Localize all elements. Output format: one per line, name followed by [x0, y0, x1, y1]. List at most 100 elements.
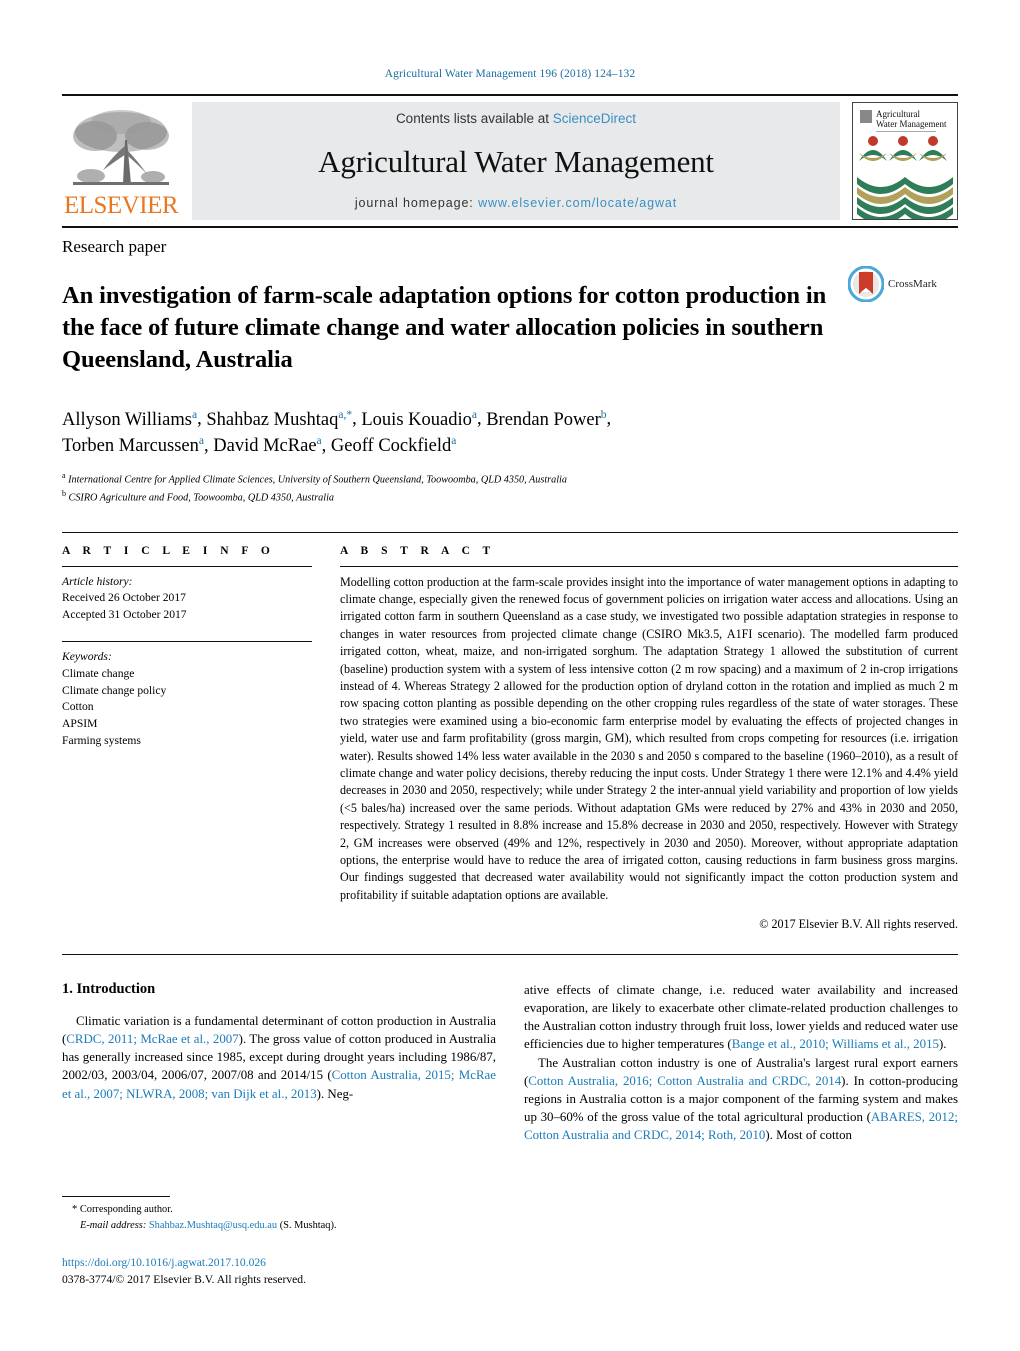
homepage-prefix: journal homepage:	[354, 196, 479, 210]
body-column-left: 1. Introduction Climatic variation is a …	[62, 981, 496, 1144]
article-info-heading: A R T I C L E I N F O	[62, 544, 275, 557]
abstract-column: A B S T R A C T Modelling cotton product…	[340, 545, 958, 933]
paragraph: ative effects of climate change, i.e. re…	[524, 981, 958, 1053]
author-affil-marker: b	[600, 408, 607, 421]
running-head: Agricultural Water Management 196 (2018)…	[384, 68, 636, 80]
corresponding-author-note: * Corresponding author.	[62, 1202, 462, 1218]
elsevier-logo: ELSEVIER	[62, 102, 180, 220]
svg-text:Water Management: Water Management	[876, 119, 947, 129]
affiliation-b-text: CSIRO Agriculture and Food, Toowoomba, Q…	[68, 492, 335, 504]
keyword-item: Climate change policy	[62, 683, 167, 697]
affiliations: a International Centre for Applied Clima…	[62, 470, 958, 505]
section-heading-introduction: 1. Introduction	[62, 981, 156, 998]
affiliation-a: a International Centre for Applied Clima…	[62, 470, 958, 488]
author-name: Louis Kouadio	[361, 409, 472, 430]
author-entry: Torben Marcussena	[62, 434, 205, 456]
crossmark-badge[interactable]: CrossMark	[848, 264, 958, 302]
keywords-block: Keywords: Climate change Climate change …	[62, 649, 312, 750]
sciencedirect-link[interactable]: ScienceDirect	[553, 111, 636, 126]
article-page: Agricultural Water Management 196 (2018)…	[0, 0, 1020, 1351]
author-entry: Louis Kouadioa	[361, 408, 477, 430]
divider	[340, 565, 958, 567]
corresponding-author-text: Corresponding author.	[79, 1204, 173, 1216]
article-received-date: Received 26 October 2017	[62, 591, 186, 605]
intro-paragraph-left: Climatic variation is a fundamental dete…	[62, 1012, 496, 1102]
elsevier-tree-icon	[73, 110, 169, 185]
keyword-item: Climate change	[62, 666, 135, 680]
email-note: E-mail address: Shahbaz.Mushtaq@usq.edu.…	[62, 1218, 462, 1234]
paragraph-text: ). Neg-	[316, 1086, 354, 1101]
paragraph-text: ).	[938, 1037, 947, 1052]
divider	[62, 640, 312, 642]
journal-masthead: ELSEVIER Contents lists available at Sci…	[62, 94, 958, 228]
affil-marker-b: b	[62, 488, 66, 498]
article-history-label: Article history:	[62, 574, 133, 588]
divider	[62, 954, 958, 956]
elsevier-wordmark: ELSEVIER	[63, 192, 179, 219]
affiliation-b: b CSIRO Agriculture and Food, Toowoomba,…	[62, 488, 958, 506]
author-name: Shahbaz Mushtaq	[206, 409, 339, 430]
citation-link[interactable]: Bange et al., 2010; Williams et al., 201…	[732, 1037, 939, 1051]
paragraph: Climatic variation is a fundamental dete…	[62, 1012, 496, 1102]
article-type: Research paper	[62, 237, 167, 256]
journal-band: Contents lists available at ScienceDirec…	[192, 102, 840, 220]
intro-paragraphs-right: ative effects of climate change, i.e. re…	[524, 981, 958, 1144]
divider	[62, 565, 312, 567]
author-affil-marker: a	[471, 408, 477, 421]
email-link[interactable]: Shahbaz.Mushtaq@usq.edu.au	[149, 1220, 277, 1231]
author-affil-marker: a	[451, 434, 457, 447]
keyword-item: APSIM	[62, 717, 98, 731]
title-row: An investigation of farm-scale adaptatio…	[62, 264, 958, 392]
issn-copyright: 0378-3774/© 2017 Elsevier B.V. All right…	[62, 1273, 306, 1287]
contents-prefix: Contents lists available at	[395, 111, 553, 126]
journal-title: Agricultural Water Management	[318, 143, 714, 179]
paragraph-text: ). Most of cotton	[765, 1127, 853, 1142]
article-accepted-date: Accepted 31 October 2017	[62, 608, 187, 622]
body-column-right: ative effects of climate change, i.e. re…	[524, 981, 958, 1144]
crossmark-label: CrossMark	[888, 278, 937, 290]
email-label: E-mail address:	[80, 1219, 147, 1231]
info-abstract-block: A R T I C L E I N F O Article history: R…	[62, 531, 958, 933]
author-entry: David McRaea	[213, 434, 322, 456]
author-name: Torben Marcussen	[62, 435, 199, 456]
doi-link[interactable]: https://doi.org/10.1016/j.agwat.2017.10.…	[62, 1255, 462, 1272]
affiliation-a-text: International Centre for Applied Climate…	[68, 474, 567, 486]
footnote-rule	[62, 1196, 170, 1198]
author-entry: Brendan Powerb	[486, 408, 607, 430]
author-affil-marker: a	[198, 434, 205, 447]
citation-link[interactable]: Cotton Australia, 2016; Cotton Australia…	[528, 1074, 841, 1088]
footnote-block: * Corresponding author. E-mail address: …	[62, 1196, 462, 1289]
keyword-item: Cotton	[62, 700, 94, 714]
doi-block: https://doi.org/10.1016/j.agwat.2017.10.…	[62, 1255, 462, 1289]
author-name: Allyson Williams	[62, 409, 192, 430]
affil-marker-a: a	[62, 471, 66, 481]
article-info-column: A R T I C L E I N F O Article history: R…	[62, 545, 340, 933]
body-columns: 1. Introduction Climatic variation is a …	[62, 981, 958, 1144]
keyword-item: Farming systems	[62, 733, 141, 747]
paragraph: The Australian cotton industry is one of…	[524, 1054, 958, 1144]
author-entry: Geoff Cockfielda	[331, 434, 457, 456]
abstract-heading: A B S T R A C T	[340, 544, 496, 557]
journal-cover-thumbnail: Agricultural Water Management	[852, 102, 958, 220]
homepage-url-link[interactable]: www.elsevier.com/locate/agwat	[478, 196, 677, 210]
keywords-label: Keywords:	[62, 649, 112, 663]
author-list: Allyson Williamsa, Shahbaz Mushtaqa,*, L…	[62, 408, 612, 456]
contents-lists-line: Contents lists available at ScienceDirec…	[396, 111, 636, 126]
crossmark-icon	[848, 266, 884, 302]
author-name: David McRae	[213, 435, 317, 456]
author-entry: Shahbaz Mushtaqa,*	[206, 408, 353, 430]
author-name: Brendan Power	[486, 409, 601, 430]
abstract-copyright: © 2017 Elsevier B.V. All rights reserved…	[759, 917, 958, 932]
email-suffix: (S. Mushtaq).	[279, 1219, 337, 1231]
citation-link[interactable]: CRDC, 2011; McRae et al., 2007	[66, 1032, 238, 1046]
footnote-star: *	[72, 1204, 78, 1216]
cover-artwork-icon: Agricultural Water Management	[853, 103, 957, 219]
author-affil-marker: a	[316, 434, 322, 447]
journal-homepage-line: journal homepage: www.elsevier.com/locat…	[355, 196, 677, 210]
author-affil-marker: a	[191, 408, 198, 421]
svg-text:Agricultural: Agricultural	[876, 109, 920, 119]
author-entry: Allyson Williamsa	[62, 408, 198, 430]
author-affil-marker: a,*	[338, 408, 353, 421]
abstract-text: Modelling cotton production at the farm-…	[340, 574, 958, 902]
